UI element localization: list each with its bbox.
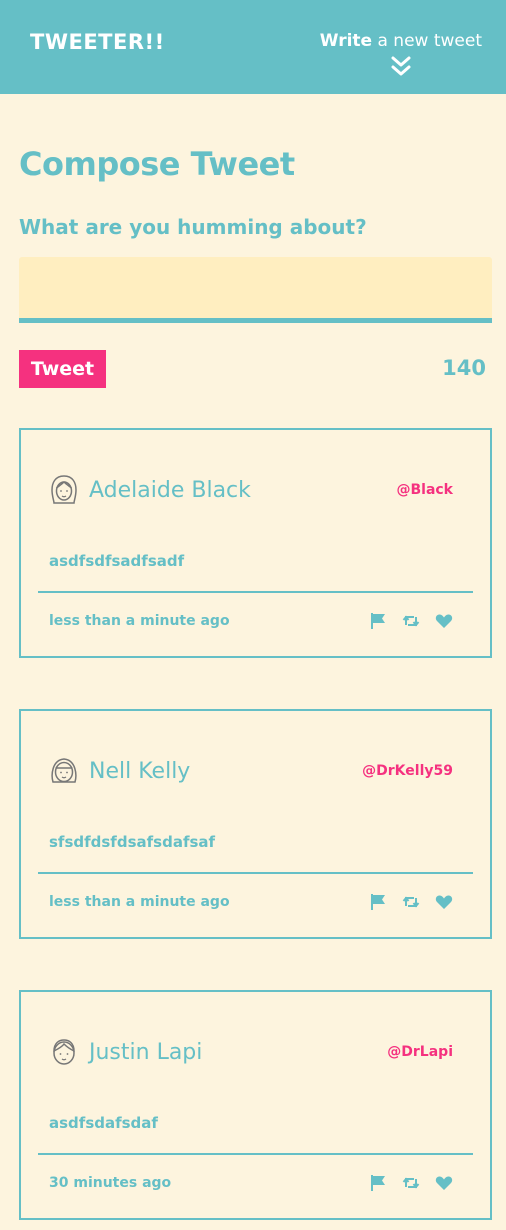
tweet-content: asdfsdfsadfsadf — [49, 552, 185, 570]
tweet-handle[interactable]: @DrLapi — [387, 1044, 453, 1060]
char-counter: 140 — [442, 356, 486, 380]
tweet-actions — [368, 1173, 454, 1193]
tweet-timestamp: 30 minutes ago — [49, 1175, 172, 1191]
write-label-rest: a new tweet — [377, 31, 482, 51]
tweet-divider — [38, 872, 473, 874]
tweet-divider — [38, 1153, 473, 1155]
heart-icon[interactable] — [434, 1173, 454, 1193]
tweet-content: sfsdfdsfdsafsdafsaf — [49, 833, 216, 851]
heart-icon[interactable] — [434, 892, 454, 912]
compose-title: Compose Tweet — [19, 145, 295, 183]
double-chevron-down-icon[interactable] — [389, 55, 413, 77]
tweet-author-name: Adelaide Black — [89, 478, 251, 503]
flag-icon[interactable] — [368, 1173, 388, 1193]
flag-icon[interactable] — [368, 611, 388, 631]
retweet-icon[interactable] — [401, 892, 421, 912]
retweet-icon[interactable] — [401, 1173, 421, 1193]
man-avatar-icon — [53, 1039, 75, 1065]
flag-icon[interactable] — [368, 892, 388, 912]
tweet-author-name: Justin Lapi — [89, 1040, 203, 1065]
tweet-handle[interactable]: @Black — [396, 482, 453, 498]
tweet-divider — [38, 591, 473, 593]
app-header: TWEETER!! Write a new tweet — [0, 0, 506, 94]
write-new-tweet-toggle[interactable]: Write a new tweet — [320, 31, 482, 77]
tweet-handle[interactable]: @DrKelly59 — [362, 763, 453, 779]
tweet-author-name: Nell Kelly — [89, 759, 191, 784]
tweet-card: Nell Kelly @DrKelly59 sfsdfdsfdsafsdafsa… — [19, 709, 492, 939]
tweet-card: Adelaide Black @Black asdfsdfsadfsadf le… — [19, 428, 492, 658]
compose-prompt: What are you humming about? — [19, 215, 367, 239]
tweet-actions — [368, 892, 454, 912]
woman-avatar-icon — [51, 475, 77, 504]
heart-icon[interactable] — [434, 611, 454, 631]
tweet-card: Justin Lapi @DrLapi asdfsdafsdaf 30 minu… — [19, 990, 492, 1220]
tweet-content: asdfsdafsdaf — [49, 1114, 158, 1132]
tweet-timestamp: less than a minute ago — [49, 613, 230, 629]
brand-logo[interactable]: TWEETER!! — [30, 30, 165, 54]
write-label-bold: Write — [319, 31, 373, 51]
tweet-textarea[interactable] — [19, 257, 492, 323]
retweet-icon[interactable] — [401, 611, 421, 631]
tweet-timestamp: less than a minute ago — [49, 894, 230, 910]
tweet-button[interactable]: Tweet — [19, 350, 106, 388]
tweet-actions — [368, 611, 454, 631]
girl-avatar-icon — [51, 758, 77, 783]
